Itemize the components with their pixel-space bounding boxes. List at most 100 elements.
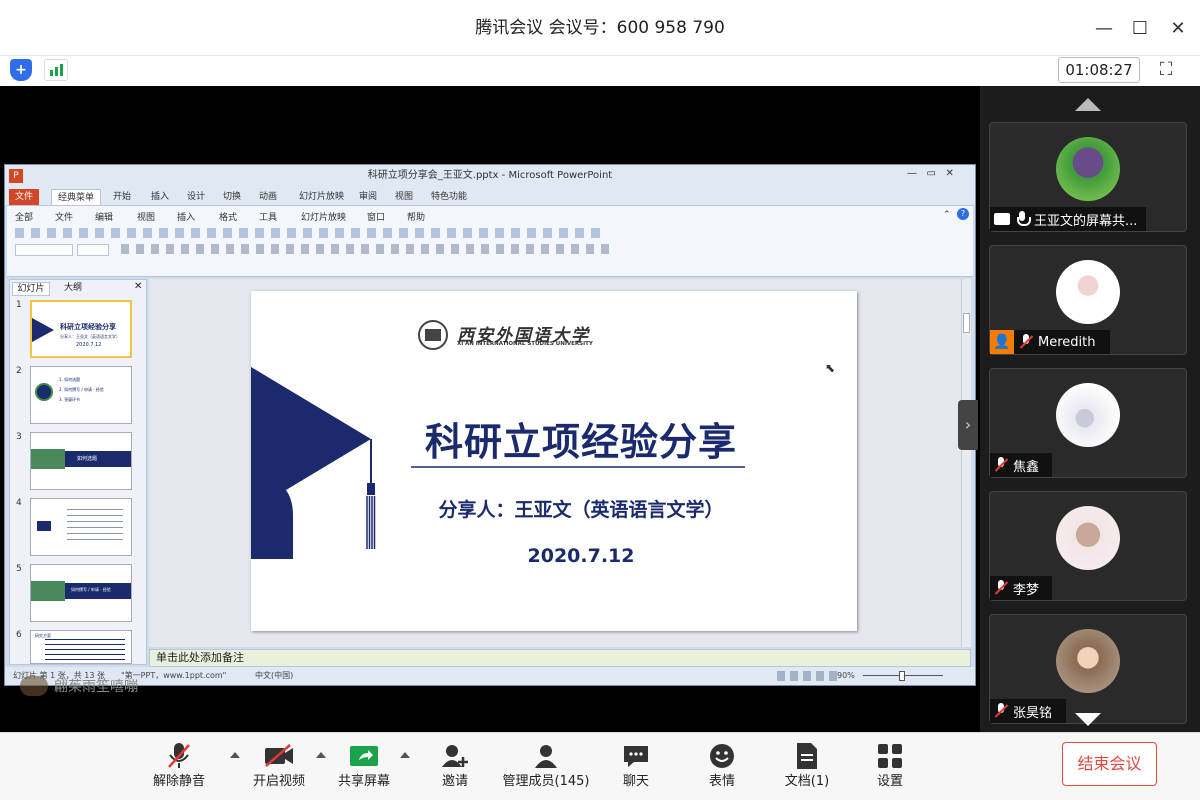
watermark: 翩茱雨笙嘻嘣 (20, 676, 138, 696)
thumb-number: 4 (16, 498, 22, 508)
toolbar-icons-row-1[interactable] (15, 228, 605, 238)
participant-tile[interactable]: 焦鑫 (989, 368, 1187, 478)
slide-thumbnail-3[interactable]: 如何选题 (30, 432, 132, 490)
menu-file[interactable]: 文件 (55, 210, 73, 223)
participant-label: 李梦 (990, 576, 1052, 600)
chat-label: 聊天 (622, 774, 649, 789)
toolbar-icons-row-2[interactable] (121, 244, 611, 254)
signal-icon[interactable] (44, 59, 68, 81)
slide-thumbnail-4[interactable] (30, 498, 132, 556)
minimize-icon[interactable]: — (1090, 14, 1118, 42)
tab-animations[interactable]: 动画 (253, 189, 283, 205)
tab-view[interactable]: 视图 (389, 189, 419, 205)
thumb-line: 3. 答疑环节 (59, 397, 81, 402)
audio-options-caret[interactable] (230, 752, 240, 758)
manage-members-button[interactable]: 管理成员(145) (500, 742, 592, 792)
slide-thumbnail-1[interactable]: 科研立项经验分享 分享人：王亚文（英语语言文学） 2020.7.12 (30, 300, 132, 358)
thumb-line: 1. 如何选题 (59, 377, 81, 382)
slide-thumbnail-2[interactable]: 1. 如何选题 2. 如何撰写 / 申请 · 经验 3. 答疑环节 (30, 366, 132, 424)
end-meeting-button[interactable]: 结束会议 (1062, 742, 1157, 786)
window-title: 腾讯会议 会议号：600 958 790 (475, 18, 725, 38)
tab-special[interactable]: 特色功能 (425, 189, 473, 205)
share-screen-button[interactable]: 共享屏幕 (334, 742, 394, 792)
avatar (1056, 260, 1120, 324)
fullscreen-icon[interactable]: ⛶ (1154, 58, 1178, 82)
avatar (1056, 629, 1120, 693)
zoom-level: 90% (837, 671, 855, 680)
tab-classic-menu[interactable]: 经典菜单 (51, 189, 102, 205)
ppt-ribbon: 全部 文件 编辑 视图 插入 格式 工具 幻灯片放映 窗口 帮助 ⌃ ? (7, 205, 973, 277)
font-size-field[interactable] (77, 244, 109, 256)
tab-insert[interactable]: 插入 (145, 189, 175, 205)
scrollbar-thumb[interactable] (963, 313, 970, 333)
participant-name: 张昊铭 (1013, 705, 1053, 721)
ppt-status-bar: 幻灯片 第 1 张，共 13 张 "第一PPT，www.1ppt.com" 中文… (5, 667, 975, 685)
menu-format[interactable]: 格式 (219, 210, 237, 223)
thumb-number: 6 (16, 630, 22, 640)
cap-base-shape (251, 480, 293, 559)
mic-off-icon (994, 457, 1008, 473)
thumb-line: 分享人：王亚文（英语语言文学） (60, 334, 120, 339)
slide-thumbnail-6[interactable]: 研究方案 (30, 630, 132, 664)
participant-tile[interactable]: 张昊铭 (989, 614, 1187, 724)
menu-all[interactable]: 全部 (15, 210, 33, 223)
zoom-slider-thumb[interactable] (899, 671, 905, 681)
editor-scrollbar[interactable] (961, 279, 971, 647)
close-pane-icon[interactable]: ✕ (134, 281, 142, 292)
start-video-button[interactable]: 开启视频 (248, 742, 310, 792)
camera-off-icon (248, 742, 310, 770)
shield-icon[interactable]: + (10, 59, 32, 81)
slide-thumbnail-pane: 幻灯片 大纲 ✕ 1 科研立项经验分享 分享人：王亚文（英语语言文学） 2020… (9, 279, 147, 665)
collapse-sidebar-icon[interactable]: › (958, 400, 978, 450)
mic-off-icon (994, 580, 1008, 596)
notes-pane[interactable]: 单击此处添加备注 (149, 649, 971, 667)
slide-thumbnail-5[interactable]: 如何撰写 / 申请 · 经验 (30, 564, 132, 622)
share-screen-label: 共享屏幕 (337, 774, 390, 789)
close-icon[interactable]: ✕ (1164, 14, 1192, 42)
tab-review[interactable]: 审阅 (353, 189, 383, 205)
menu-view[interactable]: 视图 (137, 210, 155, 223)
thumb-number: 2 (16, 366, 22, 376)
font-name-field[interactable] (15, 244, 73, 256)
university-logo-inner (425, 329, 441, 341)
share-options-caret[interactable] (400, 752, 410, 758)
settings-label: 设置 (876, 774, 903, 789)
scroll-up-icon[interactable] (1075, 98, 1101, 111)
ppt-window-buttons[interactable]: — ▭ ✕ (907, 168, 954, 179)
participant-tile[interactable]: 李梦 (989, 491, 1187, 601)
help-icon[interactable]: ? (957, 208, 969, 220)
participant-tile[interactable]: 王亚文的屏幕共... (989, 122, 1187, 232)
menu-window[interactable]: 窗口 (367, 210, 385, 223)
scroll-down-icon[interactable] (1075, 713, 1101, 726)
menu-edit[interactable]: 编辑 (95, 210, 113, 223)
video-options-caret[interactable] (316, 752, 326, 758)
start-video-label: 开启视频 (252, 774, 305, 789)
menu-slideshow[interactable]: 幻灯片放映 (301, 210, 346, 223)
tab-design[interactable]: 设计 (181, 189, 211, 205)
invite-button[interactable]: 邀请 (432, 742, 478, 792)
tab-outline[interactable]: 大纲 (54, 282, 92, 296)
menu-insert[interactable]: 插入 (177, 210, 195, 223)
tab-slideshow[interactable]: 幻灯片放映 (293, 189, 350, 205)
emoji-button[interactable]: 表情 (700, 742, 744, 792)
tab-slides[interactable]: 幻灯片 (12, 282, 50, 296)
university-name-en: XI'AN INTERNATIONAL STUDIES UNIVERSITY (457, 341, 593, 347)
ribbon-collapse-icon[interactable]: ⌃ (943, 210, 951, 220)
menu-tools[interactable]: 工具 (259, 210, 277, 223)
thumb-icon-block (37, 521, 51, 531)
settings-button[interactable]: 设置 (868, 742, 912, 792)
menu-help[interactable]: 帮助 (407, 210, 425, 223)
tab-home[interactable]: 开始 (107, 189, 137, 205)
unmute-button[interactable]: 解除静音 (148, 742, 210, 792)
tab-transitions[interactable]: 切换 (217, 189, 247, 205)
chat-icon (614, 742, 658, 770)
slide-canvas[interactable]: 西安外国语大学 XI'AN INTERNATIONAL STUDIES UNIV… (251, 291, 857, 631)
participant-tile[interactable]: 👤 Meredith (989, 245, 1187, 355)
thumb-text: 如何撰写 / 申请 · 经验 (71, 587, 111, 592)
maximize-icon[interactable]: ☐ (1126, 14, 1154, 42)
chat-button[interactable]: 聊天 (614, 742, 658, 792)
tab-file[interactable]: 文件 (9, 189, 40, 205)
view-buttons[interactable] (777, 671, 837, 681)
slide-title: 科研立项经验分享 (424, 420, 737, 464)
documents-button[interactable]: 文档(1) (780, 742, 834, 792)
